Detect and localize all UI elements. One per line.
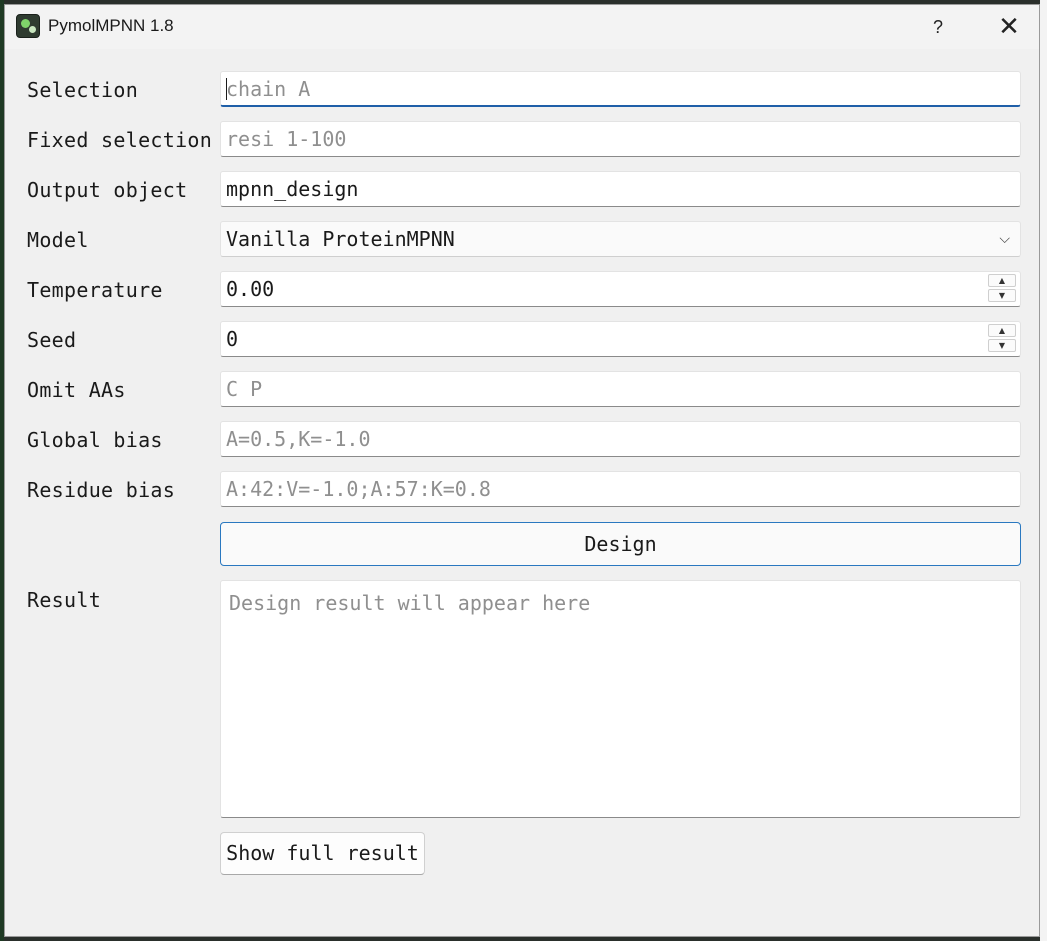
chevron-down-icon: ⌵ <box>999 231 1010 247</box>
spin-up-icon[interactable]: ▲ <box>988 324 1016 337</box>
spin-down-icon[interactable]: ▼ <box>988 339 1016 352</box>
title-bar[interactable]: PymolMPNN 1.8 ? ✕ <box>5 5 1039 49</box>
omit-aas-placeholder: C P <box>226 377 263 401</box>
design-button[interactable]: Design <box>220 522 1021 566</box>
result-label: Result <box>27 588 102 612</box>
selection-input[interactable]: chain A <box>220 71 1021 107</box>
spin-up-icon[interactable]: ▲ <box>988 274 1016 287</box>
seed-spin-buttons: ▲ ▼ <box>988 324 1018 354</box>
spin-down-icon[interactable]: ▼ <box>988 289 1016 302</box>
residue-bias-placeholder: A:42:V=-1.0;A:57:K=0.8 <box>226 477 491 501</box>
global-bias-input[interactable]: A=0.5,K=-1.0 <box>220 421 1021 457</box>
output-object-input[interactable]: mpnn_design <box>220 171 1021 207</box>
temperature-value: 0.00 <box>226 277 275 301</box>
output-object-value: mpnn_design <box>226 177 359 201</box>
model-label: Model <box>27 228 89 252</box>
seed-label: Seed <box>27 328 77 352</box>
residue-bias-label: Residue bias <box>27 478 176 502</box>
window-title: PymolMPNN 1.8 <box>48 16 174 35</box>
temperature-spinbox[interactable]: 0.00 ▲ ▼ <box>220 271 1021 307</box>
output-object-label: Output object <box>27 178 188 202</box>
temperature-label: Temperature <box>27 278 163 302</box>
close-button[interactable]: ✕ <box>987 11 1031 43</box>
seed-value: 0 <box>226 327 239 351</box>
selection-label: Selection <box>27 78 139 102</box>
model-dropdown[interactable]: Vanilla ProteinMPNN ⌵ <box>220 221 1021 257</box>
seed-spinbox[interactable]: 0 ▲ ▼ <box>220 321 1021 357</box>
fixed-selection-label: Fixed selection <box>27 128 213 152</box>
fixed-selection-placeholder: resi 1-100 <box>226 127 347 151</box>
pymolmpnn-dialog: PymolMPNN 1.8 ? ✕ Selection chain A Fixe… <box>4 4 1040 937</box>
global-bias-placeholder: A=0.5,K=-1.0 <box>226 427 371 451</box>
result-placeholder: Design result will appear here <box>229 591 591 615</box>
omit-aas-input[interactable]: C P <box>220 371 1021 407</box>
temperature-spin-buttons: ▲ ▼ <box>988 274 1018 304</box>
omit-aas-label: Omit AAs <box>27 378 126 402</box>
global-bias-label: Global bias <box>27 428 163 452</box>
residue-bias-input[interactable]: A:42:V=-1.0;A:57:K=0.8 <box>220 471 1021 507</box>
selection-placeholder: chain A <box>226 77 311 101</box>
result-textarea[interactable]: Design result will appear here <box>220 580 1021 818</box>
model-selected-value: Vanilla ProteinMPNN <box>226 227 455 251</box>
help-button[interactable]: ? <box>917 11 959 43</box>
background-window-right <box>1040 0 1047 941</box>
app-icon <box>16 14 40 38</box>
show-full-result-button[interactable]: Show full result <box>220 832 425 875</box>
fixed-selection-input[interactable]: resi 1-100 <box>220 121 1021 157</box>
